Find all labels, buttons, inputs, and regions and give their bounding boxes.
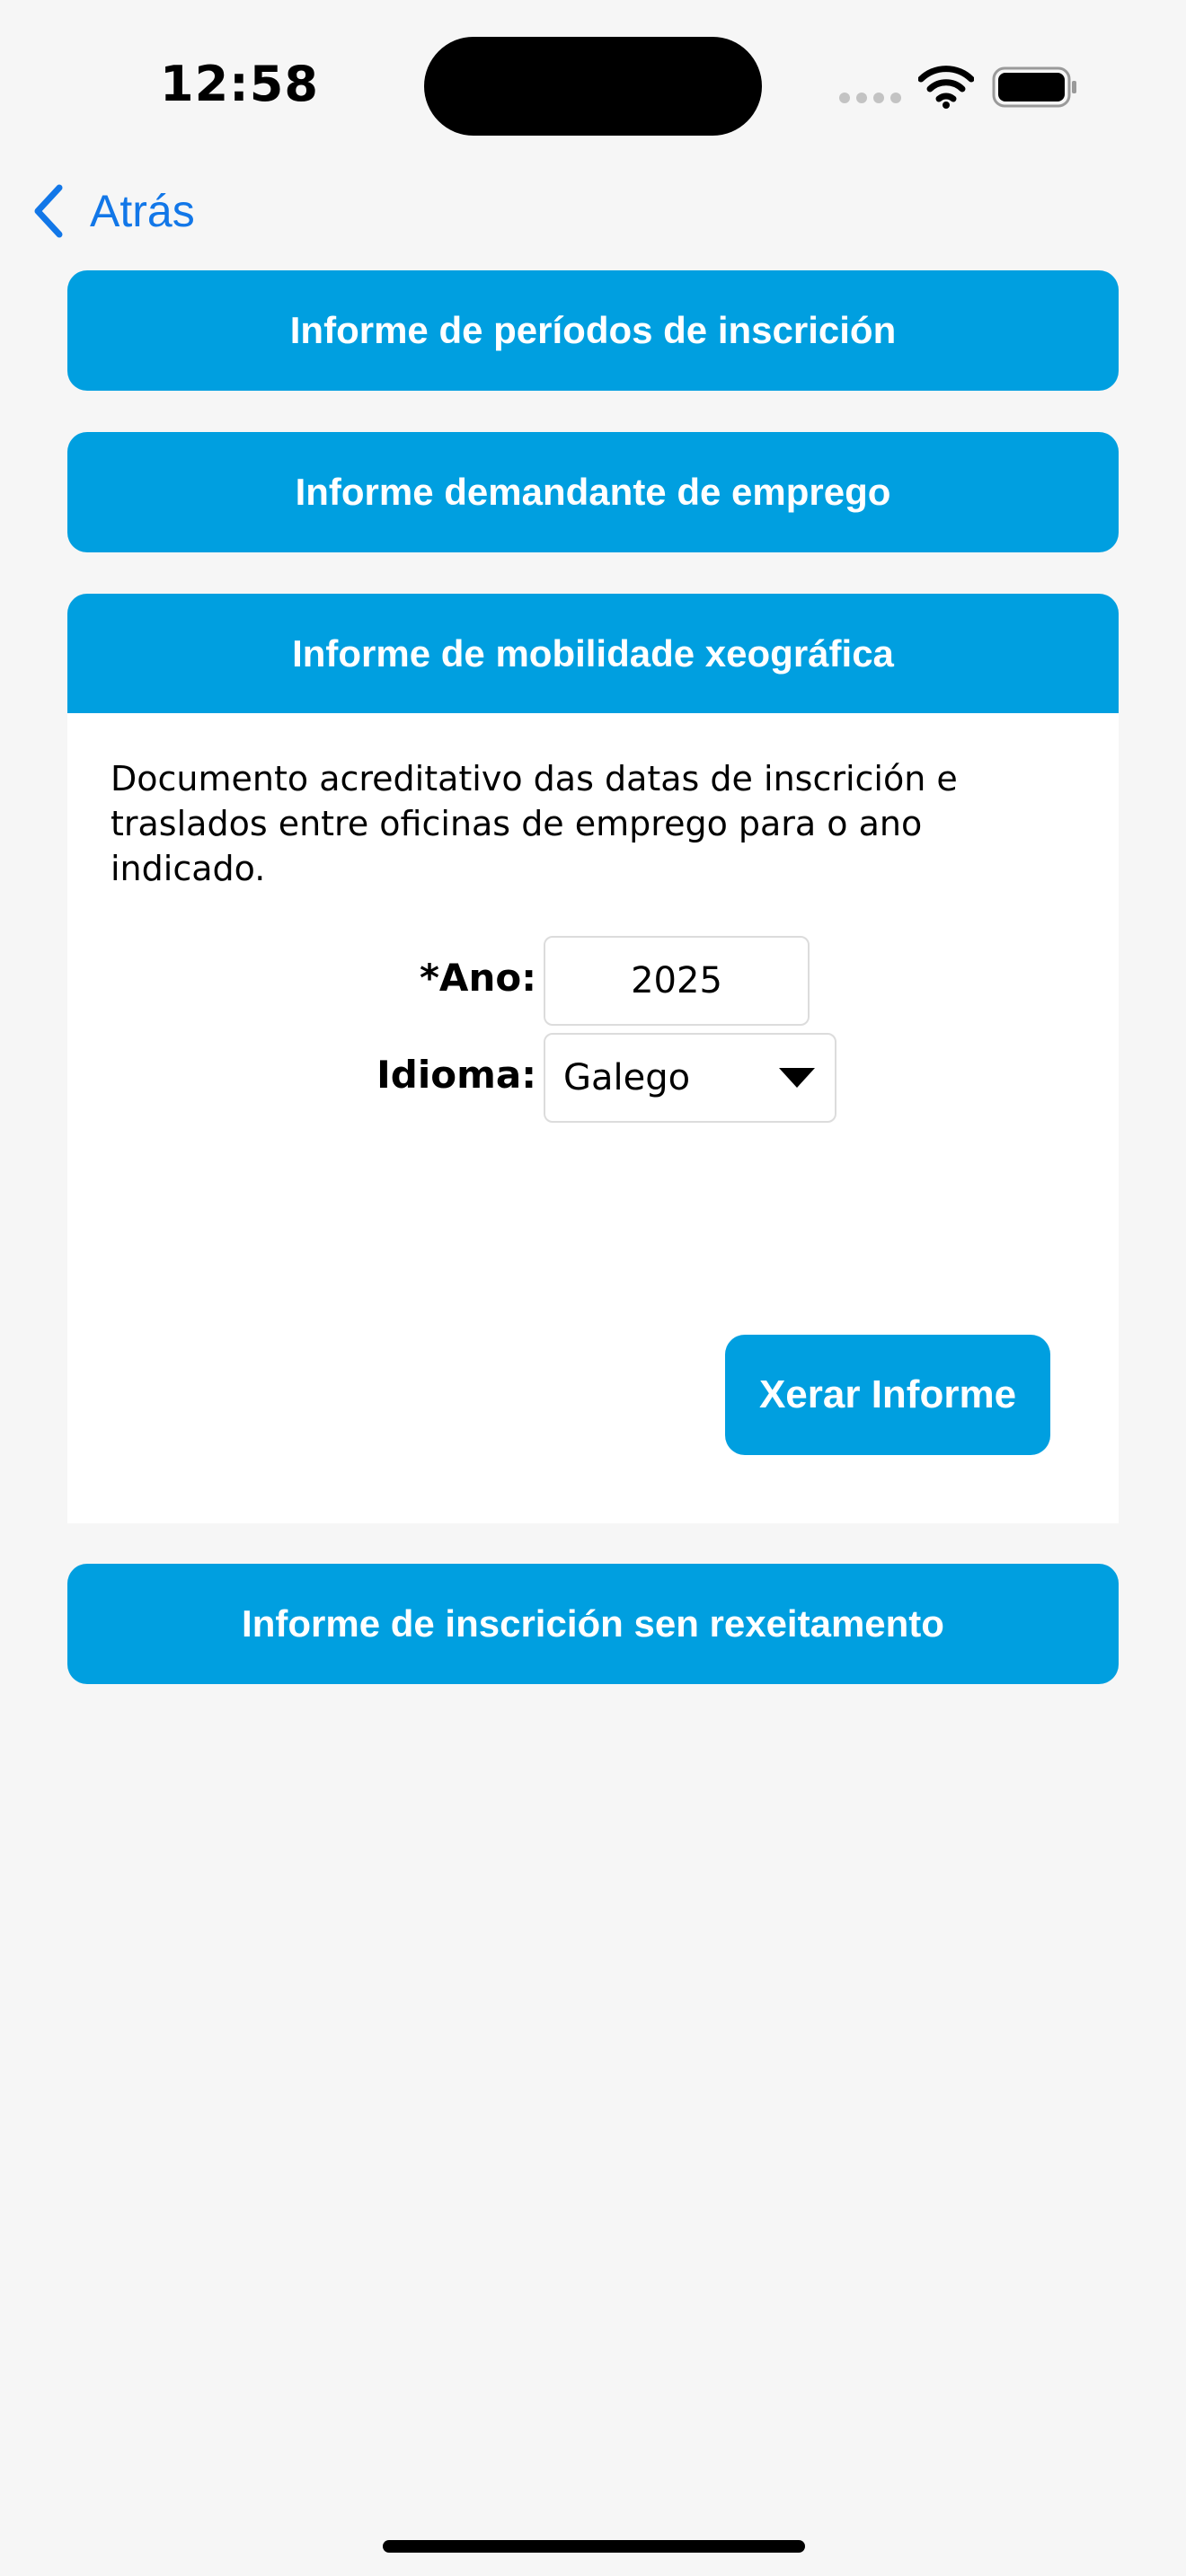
language-select[interactable]: Galego	[544, 1033, 836, 1123]
battery-icon	[992, 66, 1076, 108]
dynamic-island	[424, 37, 762, 136]
home-indicator[interactable]	[383, 2540, 805, 2553]
wifi-icon	[918, 66, 974, 109]
section-label: Informe de períodos de inscrición	[289, 309, 897, 351]
section-periodos-inscricion-button[interactable]: Informe de períodos de inscrición	[67, 270, 1119, 391]
section-inscricion-sen-rexeitamento-button[interactable]: Informe de inscrición sen rexeitamento	[67, 1564, 1119, 1684]
language-label: Idioma:	[376, 1053, 536, 1097]
section-demandante-emprego-button[interactable]: Informe demandante de emprego	[67, 432, 1119, 552]
section-label: Informe de mobilidade xeográfica	[292, 632, 894, 675]
section-label: Informe demandante de emprego	[295, 471, 891, 513]
chevron-left-icon	[34, 184, 63, 238]
back-button[interactable]: Atrás	[31, 180, 195, 243]
caret-down-icon	[779, 1068, 815, 1088]
language-selected-value: Galego	[563, 1057, 691, 1098]
year-label: *Ano:	[419, 956, 536, 1000]
generate-report-button[interactable]: Xerar Informe	[725, 1335, 1050, 1455]
section-label: Informe de inscrición sen rexeitamento	[242, 1602, 944, 1645]
section-mobilidade-xeografica-button[interactable]: Informe de mobilidade xeográfica	[67, 594, 1119, 714]
status-time: 12:58	[160, 56, 319, 112]
report-description: Documento acreditativo das datas de insc…	[111, 759, 958, 888]
back-label: Atrás	[90, 186, 195, 236]
year-input[interactable]	[544, 936, 810, 1026]
generate-report-label: Xerar Informe	[758, 1372, 1017, 1416]
section-mobilidade-xeografica-panel: Documento acreditativo das datas de insc…	[67, 713, 1119, 1523]
cellular-signal-icon	[839, 93, 902, 105]
